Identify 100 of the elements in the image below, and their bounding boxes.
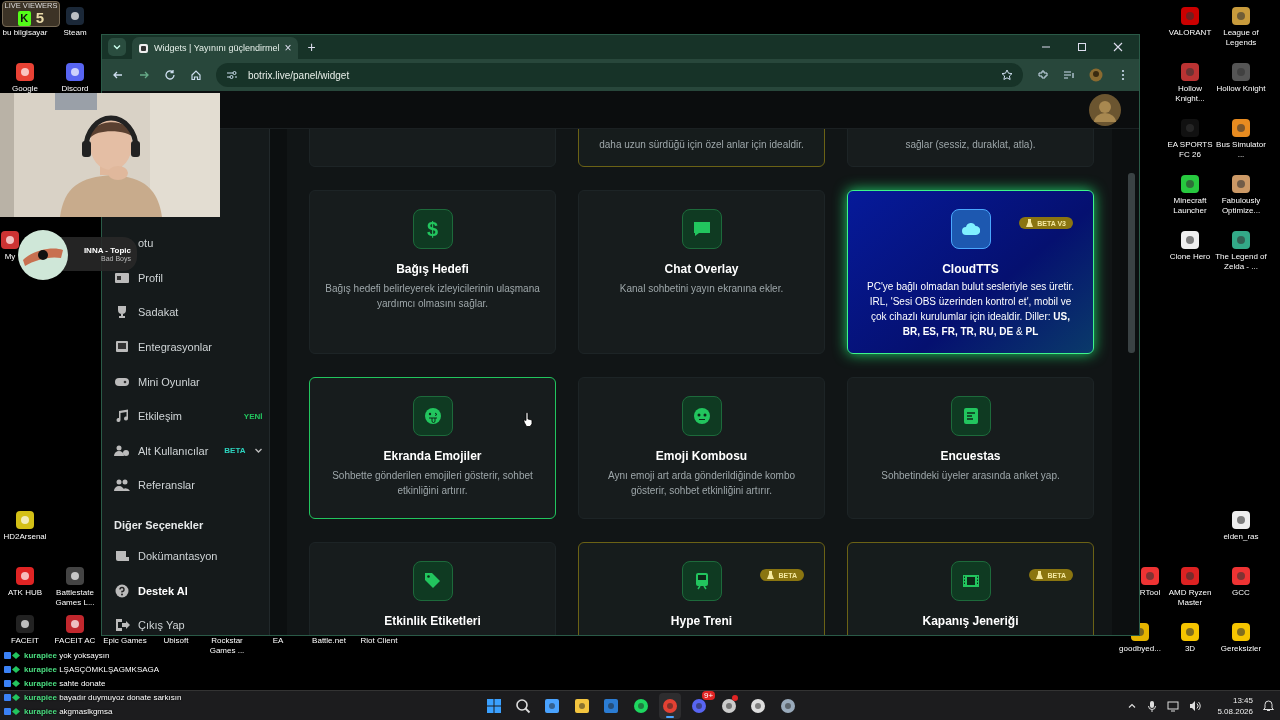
desktop-icon-label[interactable]: Minecraft Launcher — [1163, 196, 1217, 216]
bookmark-star-icon[interactable] — [1001, 69, 1013, 81]
desktop-icon-label[interactable]: EA — [272, 636, 284, 646]
app-icon[interactable] — [15, 614, 35, 634]
desktop-icon-label[interactable]: ATK HUB — [7, 588, 43, 598]
taskbar-button[interactable] — [659, 693, 681, 719]
desktop-icon-label[interactable]: My — [4, 252, 16, 262]
app-icon[interactable] — [1231, 510, 1251, 530]
desktop-icon-label[interactable]: Steam — [63, 28, 87, 38]
back-icon[interactable] — [112, 69, 124, 81]
face-icon — [692, 407, 711, 425]
sidebar-item[interactable]: Entegrasyonlar — [138, 341, 212, 354]
desktop-icon-label[interactable]: Riot Client — [360, 636, 398, 646]
desktop-icon-label[interactable]: Google — [12, 84, 38, 94]
desktop-icon-label[interactable]: RTool — [1139, 588, 1161, 598]
sidebar-item[interactable]: Destek Al — [138, 584, 188, 597]
desktop-icon-label[interactable]: The Legend of Zelda - ... — [1214, 252, 1268, 272]
widget-card[interactable]: Chat Overlay Kanal sohbetini yayın ekranına ekler. — [578, 190, 825, 354]
widget-card[interactable]: $ Bağış Hedefi Bağış hedefi belirleyerek izleyicilerinin ulaşmana yardımcı olmasını sağlar. — [309, 190, 556, 354]
reload-icon[interactable] — [164, 69, 176, 81]
chat-badges-icon — [4, 707, 20, 715]
desktop-icon-label[interactable]: HD2Arsenal — [3, 532, 47, 542]
sidebar-item[interactable]: otu — [138, 237, 154, 250]
widget-card[interactable]: Encuestas Sohbetindeki üyeler arasında anket yap. — [847, 377, 1094, 519]
desktop-icon-label[interactable]: AMD Ryzen Master — [1163, 588, 1217, 608]
new-tab-button[interactable]: + — [307, 39, 316, 55]
app-icon[interactable] — [1231, 230, 1251, 250]
app-icon[interactable] — [15, 566, 35, 586]
sidebar-item[interactable]: Alt Kullanıcılar — [138, 444, 209, 457]
app-icon[interactable] — [0, 230, 20, 250]
widget-card[interactable]: Etkinlik Etiketleri — [309, 542, 556, 635]
profile-avatar-icon[interactable] — [1089, 68, 1103, 82]
desktop-icon-label[interactable]: Ubisoft — [163, 636, 189, 646]
notification-bell-icon[interactable] — [1263, 700, 1274, 712]
desktop-icon-label[interactable]: League of Legends — [1214, 28, 1268, 48]
app-icon[interactable] — [15, 62, 35, 82]
sidebar-item[interactable]: Sadakat — [138, 306, 179, 319]
desktop-icon-label[interactable]: Hollow Knight — [1216, 84, 1266, 94]
desktop-icon-label[interactable]: Battlestate Games L... — [48, 588, 102, 608]
tab-list-button[interactable] — [108, 38, 126, 56]
app-icon[interactable] — [1231, 118, 1251, 138]
sidebar-item[interactable]: Mini Oyunlar — [138, 375, 200, 388]
browser-tab[interactable]: Widgets | Yayınını güçlendirmel × — [132, 37, 298, 59]
microphone-icon[interactable] — [1147, 700, 1158, 712]
widget-card[interactable]: daha uzun sürdüğü için özel anlar için idealdir. — [578, 129, 825, 167]
desktop-icon-label[interactable]: Battle.net — [312, 636, 346, 646]
clock[interactable]: 13:45 5.08.2026 — [1217, 695, 1253, 717]
sidebar-item[interactable]: Etkileşim — [138, 410, 182, 423]
desktop-icon-label[interactable]: Bus Simulator ... — [1214, 140, 1268, 160]
app-icon[interactable] — [65, 6, 85, 26]
widget-card[interactable]: Emoji Kombosu Aynı emoji art arda gönderildiğinde kombo gösterir, sohbet etkinliğini artırır. — [578, 377, 825, 519]
app-icon[interactable] — [15, 510, 35, 530]
widget-card[interactable]: Ekranda Emojiler Sohbette gönderilen emojileri gösterir, sohbet etkinliğini artırır. — [309, 377, 556, 519]
desktop-icon-label[interactable]: FACEIT — [11, 636, 39, 646]
sidebar-item[interactable]: Çıkış Yap — [138, 619, 185, 632]
sidebar-item[interactable]: Profil — [138, 271, 164, 284]
desktop-icon-label[interactable]: Epic Games — [103, 636, 147, 646]
close-tab-button[interactable]: × — [284, 42, 292, 54]
home-icon[interactable] — [190, 69, 202, 81]
desktop-icon-label[interactable]: bu bilgisayar — [2, 28, 48, 38]
desktop-icon-label[interactable]: 3D — [1184, 644, 1196, 654]
app-icon[interactable] — [65, 566, 85, 586]
desktop-icon-label[interactable]: FACEIT AC — [54, 636, 96, 646]
desktop-icon-label[interactable]: Fabulously Optimize... — [1214, 196, 1268, 216]
app-icon[interactable] — [1180, 230, 1200, 250]
desktop-icon-label[interactable]: GCC — [1232, 588, 1250, 598]
app-icon[interactable] — [65, 62, 85, 82]
app-icon[interactable] — [1231, 6, 1251, 26]
app-icon[interactable] — [1231, 622, 1251, 642]
app-icon[interactable] — [65, 614, 85, 634]
desktop-icon-label[interactable]: Hollow Knight... — [1163, 84, 1217, 104]
desktop-icon-label[interactable]: Clone Hero — [1169, 252, 1211, 262]
widget-card[interactable]: sağlar (sessiz, duraklat, atla). — [847, 129, 1094, 167]
desktop-icon-label[interactable]: goodbyed... — [1119, 644, 1161, 654]
desktop-icon-label[interactable]: VALORANT — [1168, 28, 1212, 38]
maximize-icon[interactable] — [1077, 42, 1087, 52]
desktop-icon-label[interactable]: Gereksizler — [1220, 644, 1262, 654]
track-artist: INNA - Topic — [83, 246, 131, 255]
chevron-down-icon[interactable] — [253, 446, 263, 456]
site-info-icon[interactable] — [226, 69, 238, 81]
app-icon[interactable] — [1231, 174, 1251, 194]
desktop-icon-label[interactable]: Rockstar Games ... — [200, 636, 254, 656]
desktop-icon-label[interactable]: elden_ras — [1223, 532, 1259, 542]
widget-title: Etkinlik Etiketleri — [384, 614, 481, 628]
sidebar-item[interactable]: Dokümantasyon — [138, 550, 218, 563]
forward-icon[interactable] — [138, 69, 150, 81]
chevron-up-icon[interactable] — [1127, 701, 1138, 711]
app-icon[interactable] — [1180, 622, 1200, 642]
widget-description: Sohbette gönderilen emojileri gösterir, sohbet etkinliğini artırır. — [331, 469, 534, 498]
extensions-icon[interactable] — [1037, 69, 1049, 81]
network-icon[interactable] — [1167, 700, 1180, 712]
desktop-icon-label[interactable]: EA SPORTS FC 26 — [1163, 140, 1217, 160]
close-icon[interactable] — [1113, 42, 1123, 52]
sidebar-item[interactable]: Referanslar — [138, 479, 195, 492]
desktop-icon-label[interactable]: Discord — [61, 84, 89, 94]
app-icon[interactable] — [1180, 174, 1200, 194]
volume-icon[interactable] — [1189, 700, 1202, 712]
user-avatar-icon[interactable] — [1089, 93, 1121, 126]
media-controls-icon[interactable] — [1063, 69, 1075, 81]
address-bar[interactable]: botrix.live/panel/widget — [216, 63, 1023, 87]
